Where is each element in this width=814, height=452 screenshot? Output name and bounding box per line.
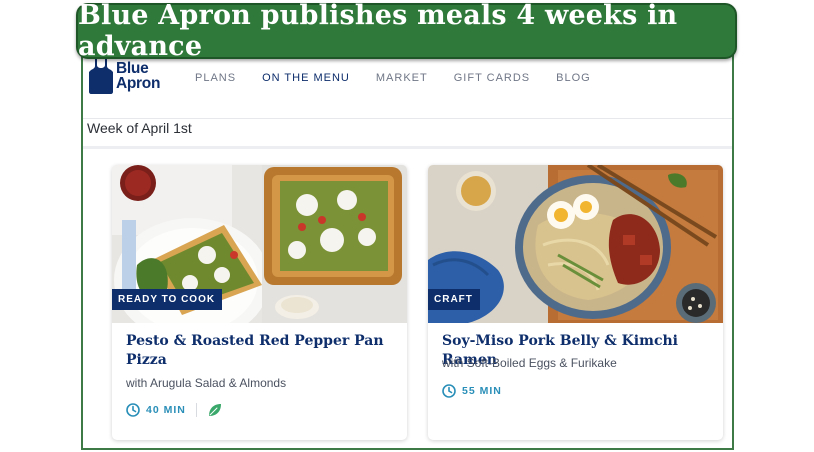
meal-type-badge: CRAFT [428, 289, 480, 310]
annotation-banner: Blue Apron publishes meals 4 weeks in ad… [76, 0, 737, 62]
clock-icon [126, 403, 140, 417]
browser-page: Blue Apron PLANS ON THE MENU MARKET GIFT… [81, 40, 734, 450]
icon-separator [195, 403, 197, 417]
recipe-card[interactable]: CRAFT Soy-Miso Pork Belly & Kimchi Ramen… [428, 165, 723, 440]
week-divider [83, 146, 732, 149]
logo-text-line2: Apron [116, 75, 161, 92]
cook-time: 40 MIN [126, 403, 222, 417]
nav-links: PLANS ON THE MENU MARKET GIFT CARDS BLOG [195, 72, 617, 84]
banner-text: Blue Apron publishes meals 4 weeks in ad… [78, 0, 678, 62]
clock-icon [442, 384, 456, 398]
apron-icon [89, 58, 113, 94]
nav-divider [83, 118, 732, 119]
recipe-card[interactable]: READY TO COOK Pesto & Roasted Red Pepper… [112, 165, 407, 440]
top-nav: Blue Apron PLANS ON THE MENU MARKET GIFT… [83, 56, 732, 119]
nav-market[interactable]: MARKET [376, 72, 428, 84]
nav-blog[interactable]: BLOG [556, 72, 591, 84]
logo-text-line1: Blue [116, 60, 149, 77]
leaf-icon [208, 404, 221, 416]
nav-on-the-menu[interactable]: ON THE MENU [262, 72, 350, 84]
recipe-subtitle: with Soft-Boiled Eggs & Furikake [442, 356, 617, 370]
recipe-subtitle: with Arugula Salad & Almonds [126, 376, 287, 390]
cook-time: 55 MIN [442, 384, 502, 398]
blue-apron-logo[interactable]: Blue Apron [89, 58, 160, 94]
meal-type-badge: READY TO COOK [112, 289, 223, 310]
cook-time-label: 55 MIN [462, 385, 502, 397]
recipe-title[interactable]: Pesto & Roasted Red Pepper Pan Pizza [126, 332, 396, 370]
week-selector[interactable]: Week of April 1st [87, 120, 192, 136]
nav-gift-cards[interactable]: GIFT CARDS [454, 72, 530, 84]
nav-plans[interactable]: PLANS [195, 72, 236, 84]
cook-time-label: 40 MIN [146, 404, 186, 416]
